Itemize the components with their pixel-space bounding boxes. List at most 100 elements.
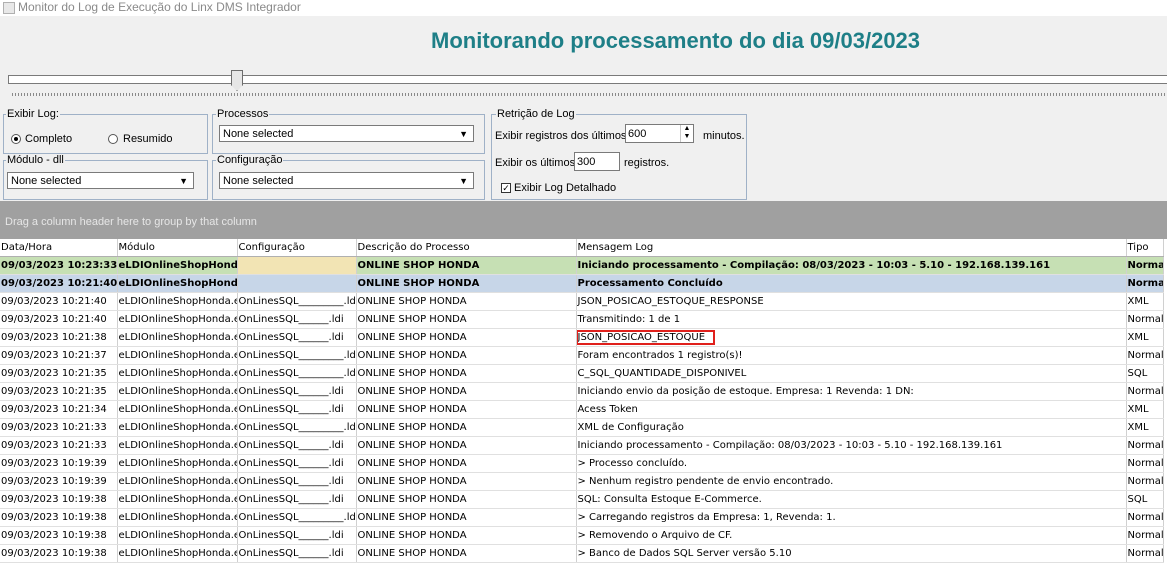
table-cell: Iniciando processamento - Compilação: 08… — [576, 256, 1127, 275]
table-cell: ONLINE SHOP HONDA — [356, 418, 577, 437]
table-row[interactable]: 09/03/2023 10:21:40eLDIOnlineShopHonda.e… — [0, 310, 1164, 329]
radio-resumido[interactable] — [108, 134, 118, 144]
time-slider-thumb[interactable] — [231, 70, 243, 91]
table-row[interactable]: 09/03/2023 10:21:33eLDIOnlineShopHonda.e… — [0, 436, 1164, 455]
table-cell: 09/03/2023 10:21:33 — [0, 418, 118, 437]
table-cell: OnLinesSQL_________.ldi — [237, 292, 357, 311]
radio-completo-label[interactable]: Completo — [25, 133, 72, 145]
table-row[interactable]: 09/03/2023 10:19:39eLDIOnlineShopHonda.e… — [0, 472, 1164, 491]
table-cell: 09/03/2023 10:21:38 — [0, 328, 118, 347]
column-header-row: Data/Hora Módulo Configuração Descrição do … — [0, 239, 1164, 257]
table-cell: eLDIOnlineShopHonda.exe — [117, 472, 238, 491]
radio-completo[interactable] — [11, 134, 21, 144]
table-cell: eLDIOnlineShopHonda.exe — [117, 310, 238, 329]
table-cell: eLDIOnlineShopHonda.exe — [117, 454, 238, 473]
table-row[interactable]: 09/03/2023 10:23:33 eLDIOnlineShopHonda ON… — [0, 256, 1164, 275]
table-cell: OnLinesSQL______.ldi — [237, 454, 357, 473]
table-cell: OnLinesSQL_________.ldi — [237, 418, 357, 437]
table-cell: 09/03/2023 10:19:38 — [0, 490, 118, 509]
table-row[interactable]: 09/03/2023 10:19:38eLDIOnlineShopHonda.e… — [0, 508, 1164, 527]
table-row[interactable]: 09/03/2023 10:21:38eLDIOnlineShopHonda.e… — [0, 328, 1164, 347]
table-cell: OnLinesSQL______.ldi — [237, 328, 357, 347]
table-row[interactable]: 09/03/2023 10:19:38eLDIOnlineShopHonda.e… — [0, 526, 1164, 545]
table-row[interactable]: 09/03/2023 10:21:40eLDIOnlineShopHonda.e… — [0, 292, 1164, 311]
table-row[interactable]: 09/03/2023 10:21:33eLDIOnlineShopHonda.e… — [0, 418, 1164, 437]
table-cell: eLDIOnlineShopHonda.exe — [117, 526, 238, 545]
processos-select-value: None selected — [223, 128, 294, 140]
minutes-value: 600 — [628, 128, 647, 140]
chevron-down-icon: ▼ — [459, 176, 468, 186]
table-cell: > Nenhum registro pendente de envio enco… — [576, 472, 1127, 491]
records-input[interactable]: 300 — [574, 152, 620, 171]
table-cell: ONLINE SHOP HONDA — [356, 526, 577, 545]
table-row[interactable]: 09/03/2023 10:21:35eLDIOnlineShopHonda.e… — [0, 364, 1164, 383]
table-cell: eLDIOnlineShopHonda.exe — [117, 346, 238, 365]
table-cell: ONLINE SHOP HONDA — [356, 472, 577, 491]
table-cell: > Banco de Dados SQL Server versão 5.10 — [576, 544, 1127, 563]
table-cell: 09/03/2023 10:19:38 — [0, 526, 118, 545]
table-cell: OnLinesSQL______.ldi — [237, 526, 357, 545]
table-cell: eLDIOnlineShopHonda.exe — [117, 436, 238, 455]
records-value: 300 — [577, 156, 596, 168]
table-cell: ONLINE SHOP HONDA — [356, 454, 577, 473]
table-cell: Normal — [1126, 508, 1164, 527]
column-header[interactable]: Descrição do Processo — [356, 239, 577, 257]
table-cell: OnLinesSQL______.ldi — [237, 436, 357, 455]
table-cell: ONLINE SHOP HONDA — [356, 400, 577, 419]
table-cell: OnLinesSQL_________.ldi — [237, 346, 357, 365]
table-cell: Normal — [1126, 256, 1164, 275]
table-row[interactable]: 09/03/2023 10:21:34eLDIOnlineShopHonda.e… — [0, 400, 1164, 419]
table-cell: Normal — [1126, 436, 1164, 455]
column-header[interactable]: Configuração — [237, 239, 357, 257]
minutes-spinner[interactable]: ▲ ▼ — [680, 125, 693, 142]
minutes-suffix: minutos. — [703, 130, 745, 142]
exibir-log-label: Exibir Log: — [6, 108, 60, 120]
table-cell: Acess Token — [576, 400, 1127, 419]
records-suffix: registros. — [624, 157, 670, 169]
time-slider-ticks — [12, 93, 1166, 96]
table-row[interactable]: 09/03/2023 10:19:38eLDIOnlineShopHonda.e… — [0, 490, 1164, 509]
retricao-group: Retrição de Log Exibir registros dos últ… — [491, 108, 747, 200]
modulo-select-value: None selected — [11, 175, 82, 187]
column-header[interactable]: Módulo — [117, 239, 238, 257]
table-cell: eLDIOnlineShopHonda — [117, 274, 238, 293]
table-row[interactable]: 09/03/2023 10:21:35eLDIOnlineShopHonda.e… — [0, 382, 1164, 401]
radio-resumido-label[interactable]: Resumido — [123, 133, 173, 145]
table-row[interactable]: 09/03/2023 10:21:37eLDIOnlineShopHonda.e… — [0, 346, 1164, 365]
chevron-down-icon: ▼ — [459, 129, 468, 139]
table-row[interactable]: 09/03/2023 10:19:38eLDIOnlineShopHonda.e… — [0, 544, 1164, 563]
detailed-log-label[interactable]: Exibir Log Detalhado — [514, 182, 616, 194]
log-table: Data/Hora Módulo Configuração Descrição do … — [0, 239, 1164, 563]
table-cell: XML — [1126, 418, 1164, 437]
table-cell: eLDIOnlineShopHonda.exe — [117, 418, 238, 437]
detailed-log-checkbox[interactable]: ✓ — [501, 183, 511, 193]
column-header[interactable]: Tipo — [1126, 239, 1164, 257]
table-cell: Normal — [1126, 346, 1164, 365]
minutes-input[interactable]: 600 ▲ ▼ — [625, 124, 694, 143]
table-cell: eLDIOnlineShopHonda.exe — [117, 508, 238, 527]
table-cell: ONLINE SHOP HONDA — [356, 544, 577, 563]
modulo-select[interactable]: None selected ▼ — [7, 172, 194, 189]
column-header[interactable]: Mensagem Log — [576, 239, 1127, 257]
group-by-panel[interactable]: Drag a column header here to group by th… — [0, 201, 1167, 239]
processos-select[interactable]: None selected ▼ — [219, 125, 474, 142]
table-cell: OnLinesSQL______.ldi — [237, 400, 357, 419]
table-cell: XML — [1126, 328, 1164, 347]
table-cell: Iniciando processamento - Compilação: 08… — [576, 436, 1127, 455]
column-header[interactable]: Data/Hora — [0, 239, 118, 257]
table-cell — [237, 274, 357, 293]
configuracao-select-value: None selected — [223, 175, 294, 187]
table-cell: 09/03/2023 10:21:35 — [0, 364, 118, 383]
table-row[interactable]: 09/03/2023 10:21:40 eLDIOnlineShopHonda ON… — [0, 274, 1164, 293]
table-cell: Iniciando envio da posição de estoque. E… — [576, 382, 1127, 401]
table-row[interactable]: 09/03/2023 10:19:39eLDIOnlineShopHonda.e… — [0, 454, 1164, 473]
configuracao-select[interactable]: None selected ▼ — [219, 172, 474, 189]
table-cell: OnLinesSQL______.ldi — [237, 490, 357, 509]
title-bar: Monitor do Log de Execução do Linx DMS I… — [0, 0, 1167, 16]
table-cell: SQL: Consulta Estoque E-Commerce. — [576, 490, 1127, 509]
table-cell: eLDIOnlineShopHonda.exe — [117, 490, 238, 509]
modulo-label: Módulo - dll — [6, 154, 65, 166]
table-cell: 09/03/2023 10:21:40 — [0, 310, 118, 329]
time-slider-track[interactable] — [8, 75, 1167, 84]
table-cell: Normal — [1126, 454, 1164, 473]
